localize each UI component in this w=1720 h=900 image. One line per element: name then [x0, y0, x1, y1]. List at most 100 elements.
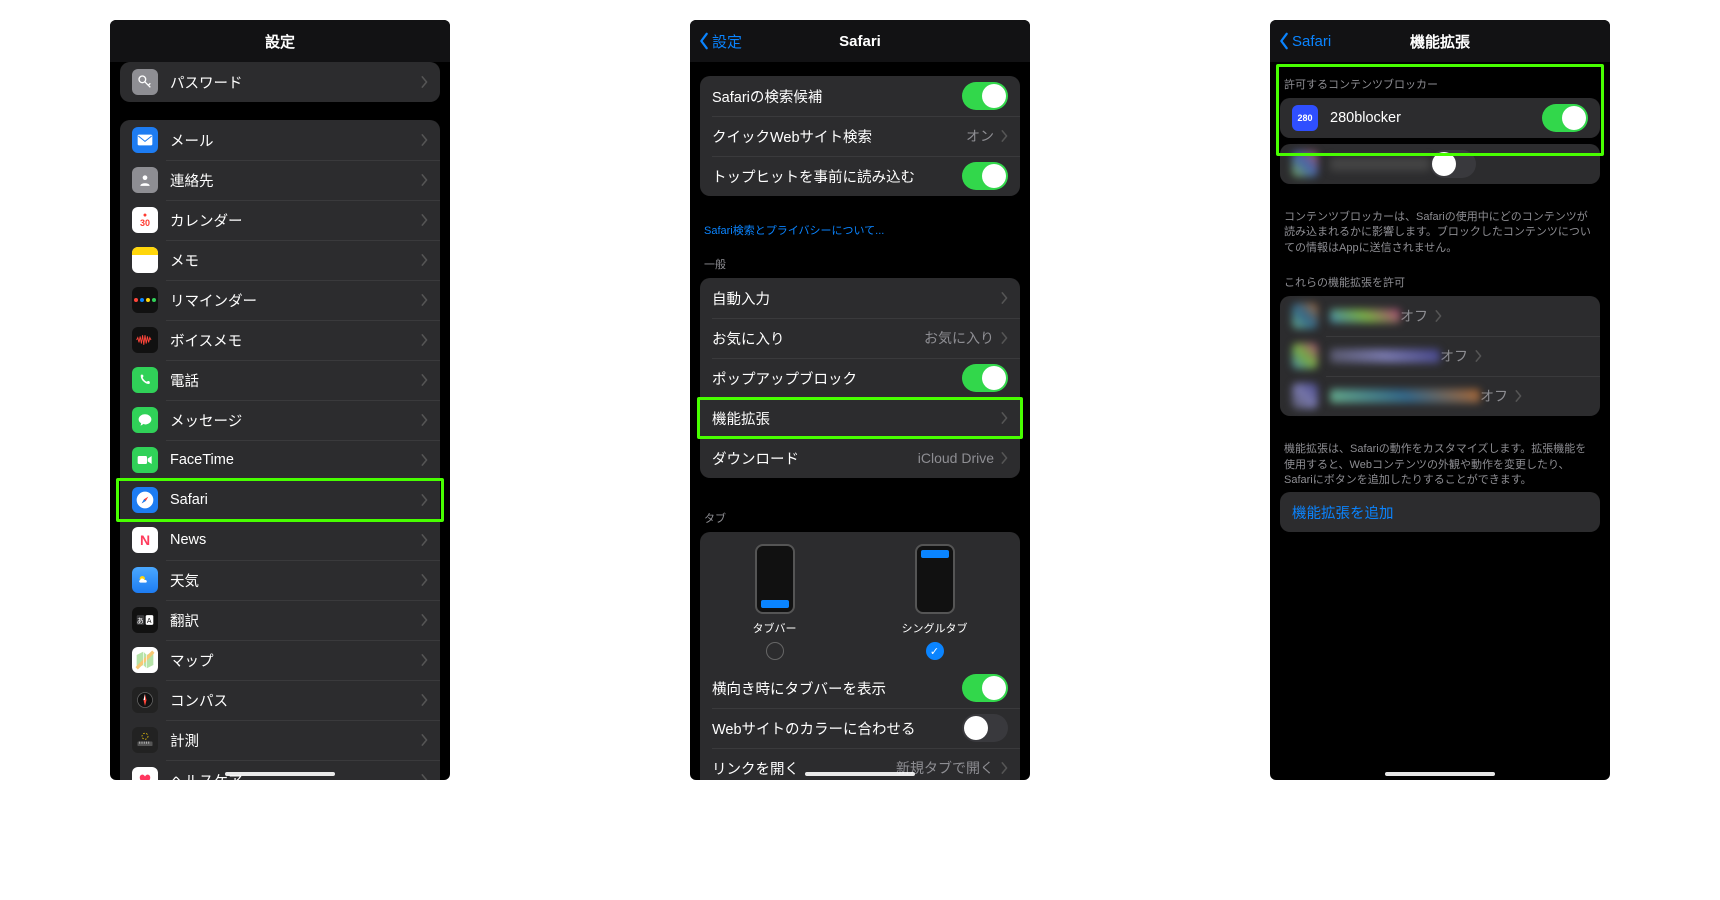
maps-icon [132, 647, 158, 673]
radio-icon[interactable]: ✓ [926, 642, 944, 660]
nav-title: 設定 [265, 31, 295, 52]
row-label: パスワード [170, 72, 420, 93]
notes-icon [132, 247, 158, 273]
settings-row-ft[interactable]: FaceTime [120, 440, 440, 480]
toggle[interactable] [962, 714, 1008, 742]
censored-ext-row[interactable]: オフ [1280, 376, 1600, 416]
key-icon [132, 69, 158, 95]
toggle[interactable] [962, 162, 1008, 190]
row-2[interactable]: トップヒットを事前に読み込む [700, 156, 1020, 196]
row-label: 電話 [170, 370, 420, 391]
settings-row-cal[interactable]: ●30カレンダー [120, 200, 440, 240]
settings-row-safari[interactable]: Safari [120, 480, 440, 520]
chevron-icon [420, 414, 428, 426]
settings-row-weather[interactable]: 天気 [120, 560, 440, 600]
chevron-icon [420, 294, 428, 306]
translate-icon: あA [132, 607, 158, 633]
row-label: リマインダー [170, 290, 420, 311]
back-button[interactable]: Safari [1278, 32, 1331, 50]
censored-ext-row[interactable]: オフ [1280, 336, 1600, 376]
row-2[interactable]: ポップアップブロック [700, 358, 1020, 398]
row-label: Safariの検索候補 [712, 86, 962, 107]
row-0[interactable]: 自動入力 [700, 278, 1020, 318]
toggle[interactable] [962, 82, 1008, 110]
settings-row-compass[interactable]: コンパス [120, 680, 440, 720]
settings-row-msg[interactable]: メッセージ [120, 400, 440, 440]
settings-row-health[interactable]: ヘルスケア [120, 760, 440, 780]
toggle[interactable] [962, 364, 1008, 392]
blocker-280-row[interactable]: 280 280blocker [1280, 98, 1600, 138]
settings-list[interactable]: パスワードメール連絡先●30カレンダーメモリマインダーボイスメモ電話メッセージ F… [110, 62, 450, 780]
home-indicator[interactable] [1385, 772, 1495, 776]
settings-row-maps[interactable]: マップ [120, 640, 440, 680]
settings-row-rem[interactable]: リマインダー [120, 280, 440, 320]
censored-blocker-group [1280, 144, 1600, 184]
censored-toggle[interactable] [1430, 150, 1476, 178]
chevron-icon [420, 454, 428, 466]
chevron-icon [1434, 310, 1442, 322]
settings-row-mail[interactable]: メール [120, 120, 440, 160]
chevron-icon [420, 134, 428, 146]
settings-row-phone[interactable]: 電話 [120, 360, 440, 400]
settings-row-contacts[interactable]: 連絡先 [120, 160, 440, 200]
tab-option-bottom[interactable]: タブバー [753, 544, 797, 660]
chevron-icon [420, 214, 428, 226]
safari-icon [132, 487, 158, 513]
chevron-icon [420, 174, 428, 186]
settings-row-voice[interactable]: ボイスメモ [120, 320, 440, 360]
row-label: 横向き時にタブバーを表示 [712, 678, 962, 699]
row-label: メッセージ [170, 410, 420, 431]
chevron-icon [1000, 130, 1008, 142]
extensions-list[interactable]: 許可するコンテンツブロッカー 280 280blocker コンテンツブロッカー… [1270, 62, 1610, 780]
settings-row-notes[interactable]: メモ [120, 240, 440, 280]
row-label: 自動入力 [712, 288, 1000, 309]
contacts-icon [132, 167, 158, 193]
row-label: News [170, 532, 420, 548]
tabs-row-1[interactable]: Webサイトのカラーに合わせる [700, 708, 1020, 748]
censored-ext-row[interactable]: オフ [1280, 296, 1600, 336]
radio-icon[interactable] [766, 642, 784, 660]
settings-row-measure[interactable]: 計測 [120, 720, 440, 760]
settings-row-news[interactable]: NNews [120, 520, 440, 560]
row-label: マップ [170, 650, 420, 671]
content-blockers-group: 280 280blocker [1280, 98, 1600, 138]
toggle[interactable] [962, 674, 1008, 702]
home-indicator[interactable] [805, 772, 915, 776]
blocker-toggle[interactable] [1542, 104, 1588, 132]
settings-row-translate[interactable]: あA翻訳 [120, 600, 440, 640]
row-1[interactable]: お気に入りお気に入り [700, 318, 1020, 358]
chevron-icon [420, 334, 428, 346]
chevron-icon [420, 574, 428, 586]
search-group: Safariの検索候補クイックWebサイト検索オントップヒットを事前に読み込む [700, 76, 1020, 196]
extensions-footer: 機能拡張は、Safariの動作をカスタマイズします。拡張機能を使用すると、Web… [1270, 434, 1610, 492]
svg-text:A: A [147, 618, 152, 625]
mail-icon [132, 127, 158, 153]
add-extensions-row[interactable]: 機能拡張を追加 [1280, 492, 1600, 532]
row-3[interactable]: 機能拡張 [700, 398, 1020, 438]
safari-settings-list[interactable]: Safariの検索候補クイックWebサイト検索オントップヒットを事前に読み込む … [690, 62, 1030, 780]
safari-settings-phone: 設定 Safari Safariの検索候補クイックWebサイト検索オントップヒッ… [690, 20, 1030, 780]
tab-option-top[interactable]: シングルタブ ✓ [902, 544, 968, 660]
extensions-phone: Safari 機能拡張 許可するコンテンツブロッカー 280 280blocke… [1270, 20, 1610, 780]
censored-icon [1292, 343, 1318, 369]
search-privacy-link[interactable]: Safari検索とプライバシーについて... [690, 214, 1030, 242]
row-label: クイックWebサイト検索 [712, 126, 966, 147]
row-label: コンパス [170, 690, 420, 711]
tabs-row-0[interactable]: 横向き時にタブバーを表示 [700, 668, 1020, 708]
back-button[interactable]: 設定 [698, 31, 742, 52]
censored-row[interactable] [1280, 144, 1600, 184]
censored-label [1330, 389, 1480, 403]
chevron-icon [1514, 390, 1522, 402]
row-4[interactable]: ダウンロードiCloud Drive [700, 438, 1020, 478]
tab-preview-icon [755, 544, 795, 614]
ft-icon [132, 447, 158, 473]
chevron-icon [1000, 292, 1008, 304]
row-0[interactable]: Safariの検索候補 [700, 76, 1020, 116]
row-1[interactable]: クイックWebサイト検索オン [700, 116, 1020, 156]
settings-row-key[interactable]: パスワード [120, 62, 440, 102]
280blocker-icon: 280 [1292, 105, 1318, 131]
home-indicator[interactable] [225, 772, 335, 776]
tab-option-label: シングルタブ [902, 620, 968, 636]
chevron-icon [1000, 762, 1008, 774]
measure-icon [132, 727, 158, 753]
